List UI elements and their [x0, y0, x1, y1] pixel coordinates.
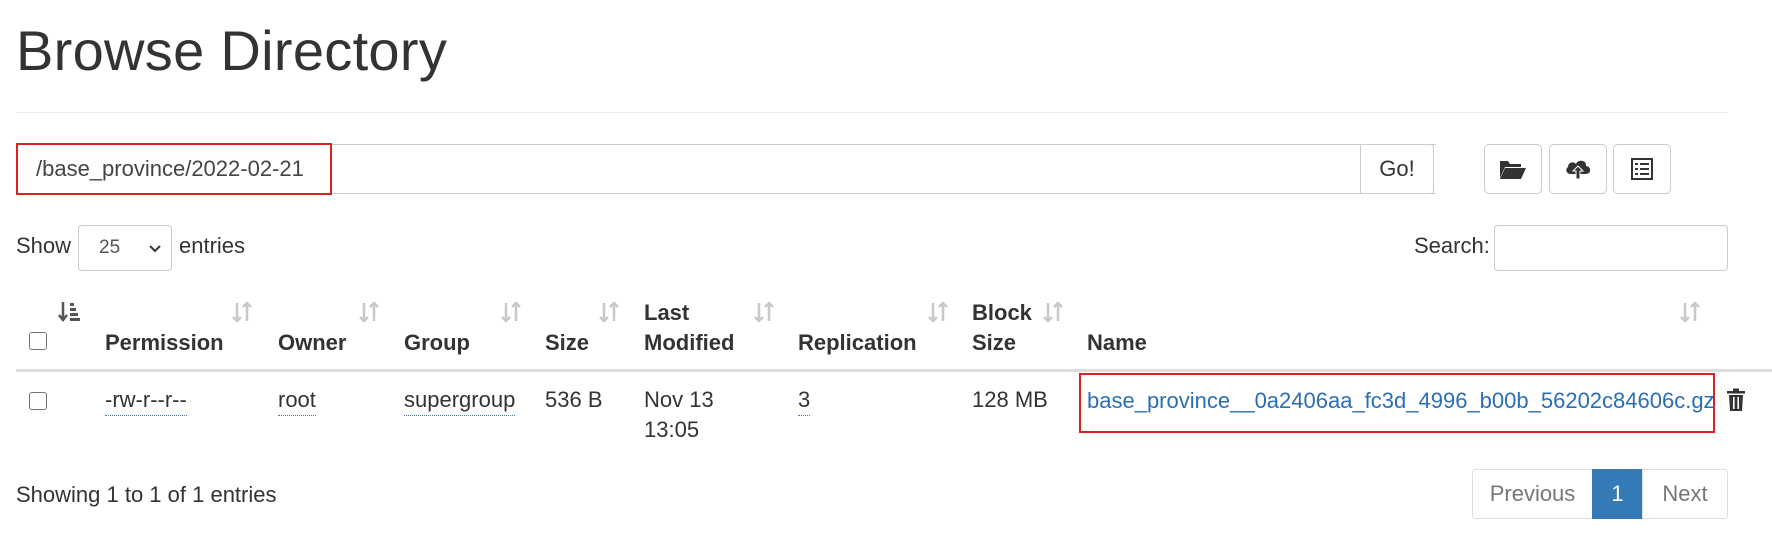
go-button[interactable]: Go!	[1360, 144, 1434, 194]
column-header-size[interactable]: Size	[545, 328, 589, 358]
column-header-last-modified-line1[interactable]: Last	[644, 298, 689, 328]
page-1-button[interactable]: 1	[1592, 469, 1643, 519]
chevron-down-icon	[149, 245, 161, 253]
column-header-owner[interactable]: Owner	[278, 328, 346, 358]
column-header-block-size-line1[interactable]: Block	[972, 298, 1032, 328]
owner-cell[interactable]: root	[278, 385, 316, 416]
replication-cell[interactable]: 3	[798, 385, 811, 416]
sort-both-icon[interactable]	[598, 301, 620, 323]
title-divider	[16, 112, 1728, 113]
block-size-cell: 128 MB	[972, 387, 1048, 412]
folder-open-icon	[1500, 161, 1526, 179]
file-name-link[interactable]: base_province__0a2406aa_fc3d_4996_b00b_5…	[1087, 386, 1715, 416]
size-cell: 536 B	[545, 387, 603, 412]
sort-both-icon[interactable]	[231, 301, 253, 323]
sort-ascending-icon[interactable]	[58, 301, 82, 323]
column-header-name[interactable]: Name	[1087, 328, 1147, 358]
sort-both-icon[interactable]	[1679, 301, 1701, 323]
search-input[interactable]	[1494, 225, 1728, 271]
sort-both-icon[interactable]	[1042, 301, 1064, 323]
table-info-text: Showing 1 to 1 of 1 entries	[16, 482, 277, 507]
create-directory-button[interactable]	[1484, 144, 1542, 194]
list-icon	[1631, 158, 1653, 180]
modified-date-cell: Nov 13	[644, 387, 714, 412]
entries-select-value: 25	[99, 237, 121, 258]
row-checkbox[interactable]	[29, 392, 47, 410]
select-all-checkbox[interactable]	[29, 332, 47, 350]
path-input[interactable]	[16, 144, 1436, 194]
permission-cell[interactable]: -rw-r--r--	[105, 385, 187, 416]
entries-select[interactable]: 25	[78, 225, 172, 271]
cloud-upload-icon	[1566, 160, 1591, 180]
trash-icon[interactable]	[1726, 388, 1746, 412]
sort-both-icon[interactable]	[500, 301, 522, 323]
show-label: Show	[16, 233, 72, 258]
column-header-replication[interactable]: Replication	[798, 328, 917, 358]
column-header-last-modified-line2[interactable]: Modified	[644, 328, 734, 358]
modified-time-cell: 13:05	[644, 417, 700, 442]
upload-button[interactable]	[1549, 144, 1607, 194]
sort-both-icon[interactable]	[753, 301, 775, 323]
search-label: Search:	[1414, 233, 1490, 258]
sort-both-icon[interactable]	[358, 301, 380, 323]
next-page-button[interactable]: Next	[1642, 469, 1728, 519]
page-title: Browse Directory	[16, 19, 448, 82]
cut-paste-button[interactable]	[1613, 144, 1671, 194]
previous-page-button[interactable]: Previous	[1472, 469, 1593, 519]
table-header-divider	[16, 369, 1772, 372]
column-header-permission[interactable]: Permission	[105, 328, 224, 358]
sort-both-icon[interactable]	[927, 301, 949, 323]
group-cell[interactable]: supergroup	[404, 385, 516, 416]
column-header-group[interactable]: Group	[404, 328, 470, 358]
column-header-block-size-line2[interactable]: Size	[972, 328, 1016, 358]
entries-label: entries	[179, 233, 246, 258]
